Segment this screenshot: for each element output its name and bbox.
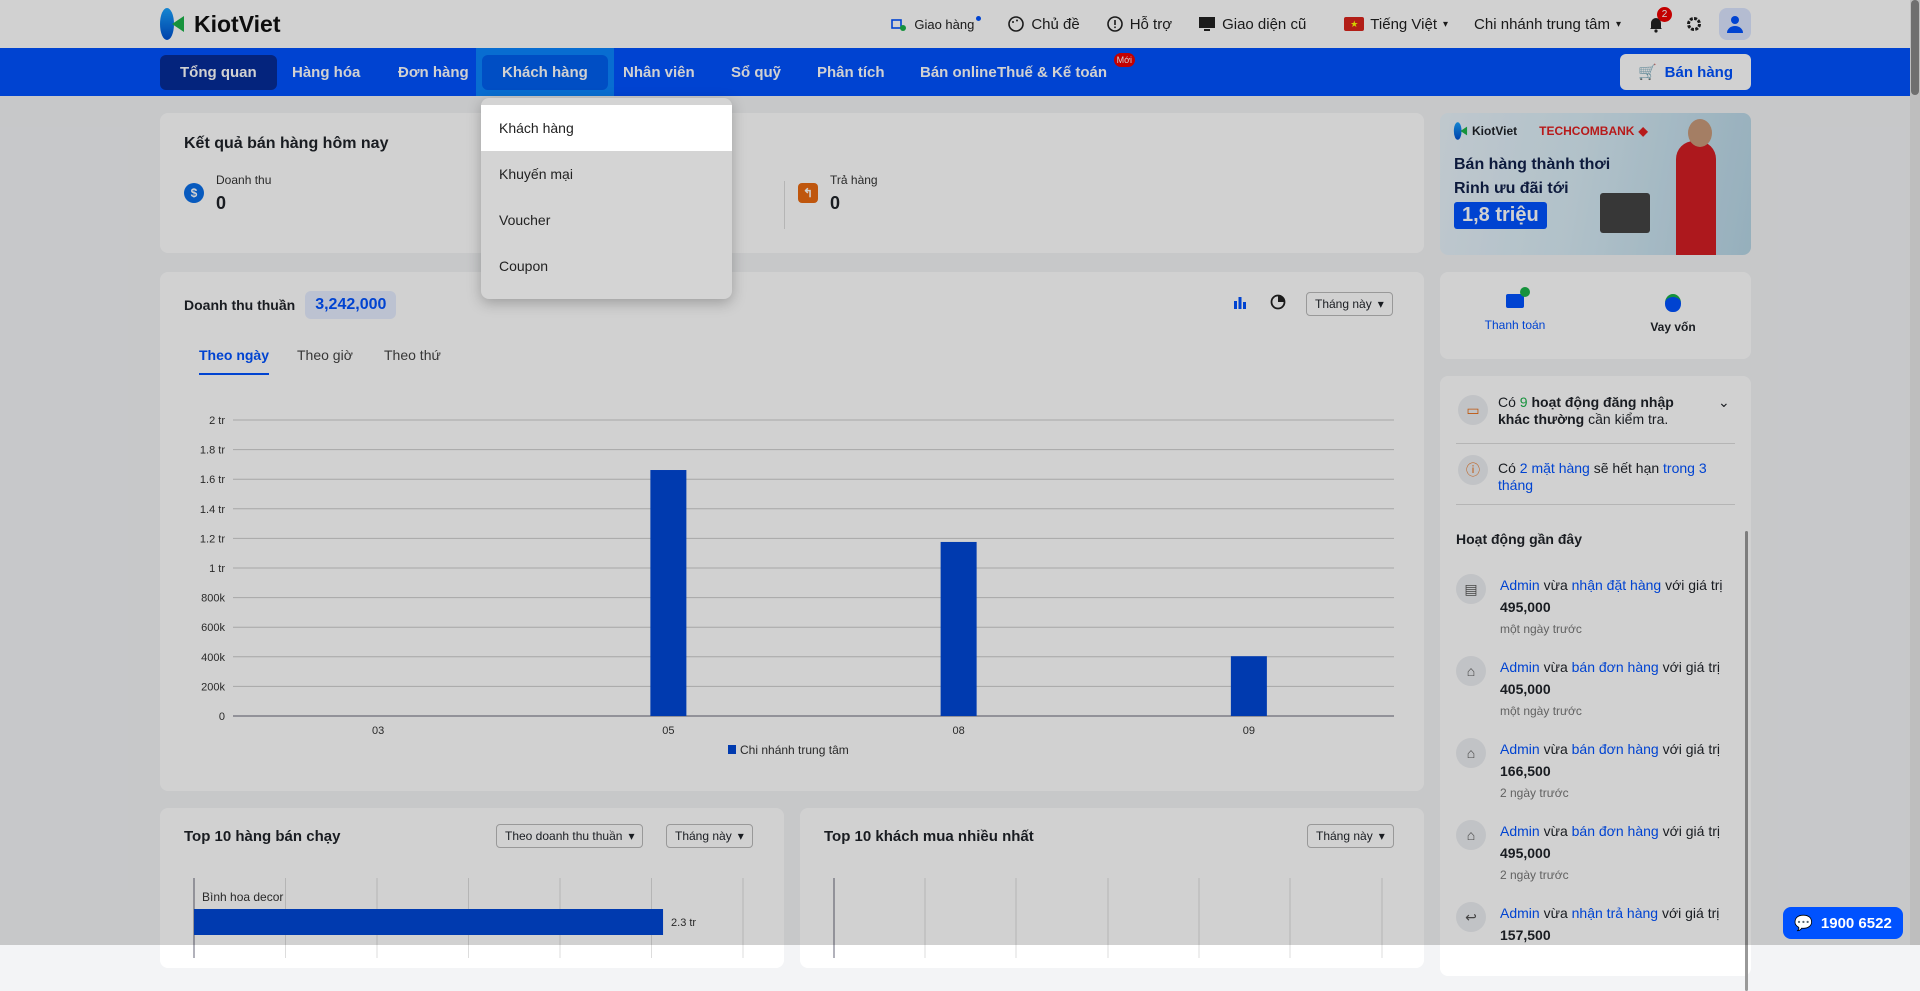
hotline-button[interactable]: 💬 1900 6522 — [1783, 907, 1903, 939]
menu-item-voucher[interactable]: Voucher — [481, 197, 732, 243]
chat-icon: 💬 — [1794, 915, 1813, 932]
menu-item-promotions[interactable]: Khuyến mại — [481, 151, 732, 197]
menu-item-coupon[interactable]: Coupon — [481, 243, 732, 289]
dim-overlay — [0, 0, 1920, 945]
customers-dropdown-menu: Khách hàng Khuyến mại Voucher Coupon — [481, 98, 732, 299]
menu-item-customers[interactable]: Khách hàng — [481, 105, 732, 151]
